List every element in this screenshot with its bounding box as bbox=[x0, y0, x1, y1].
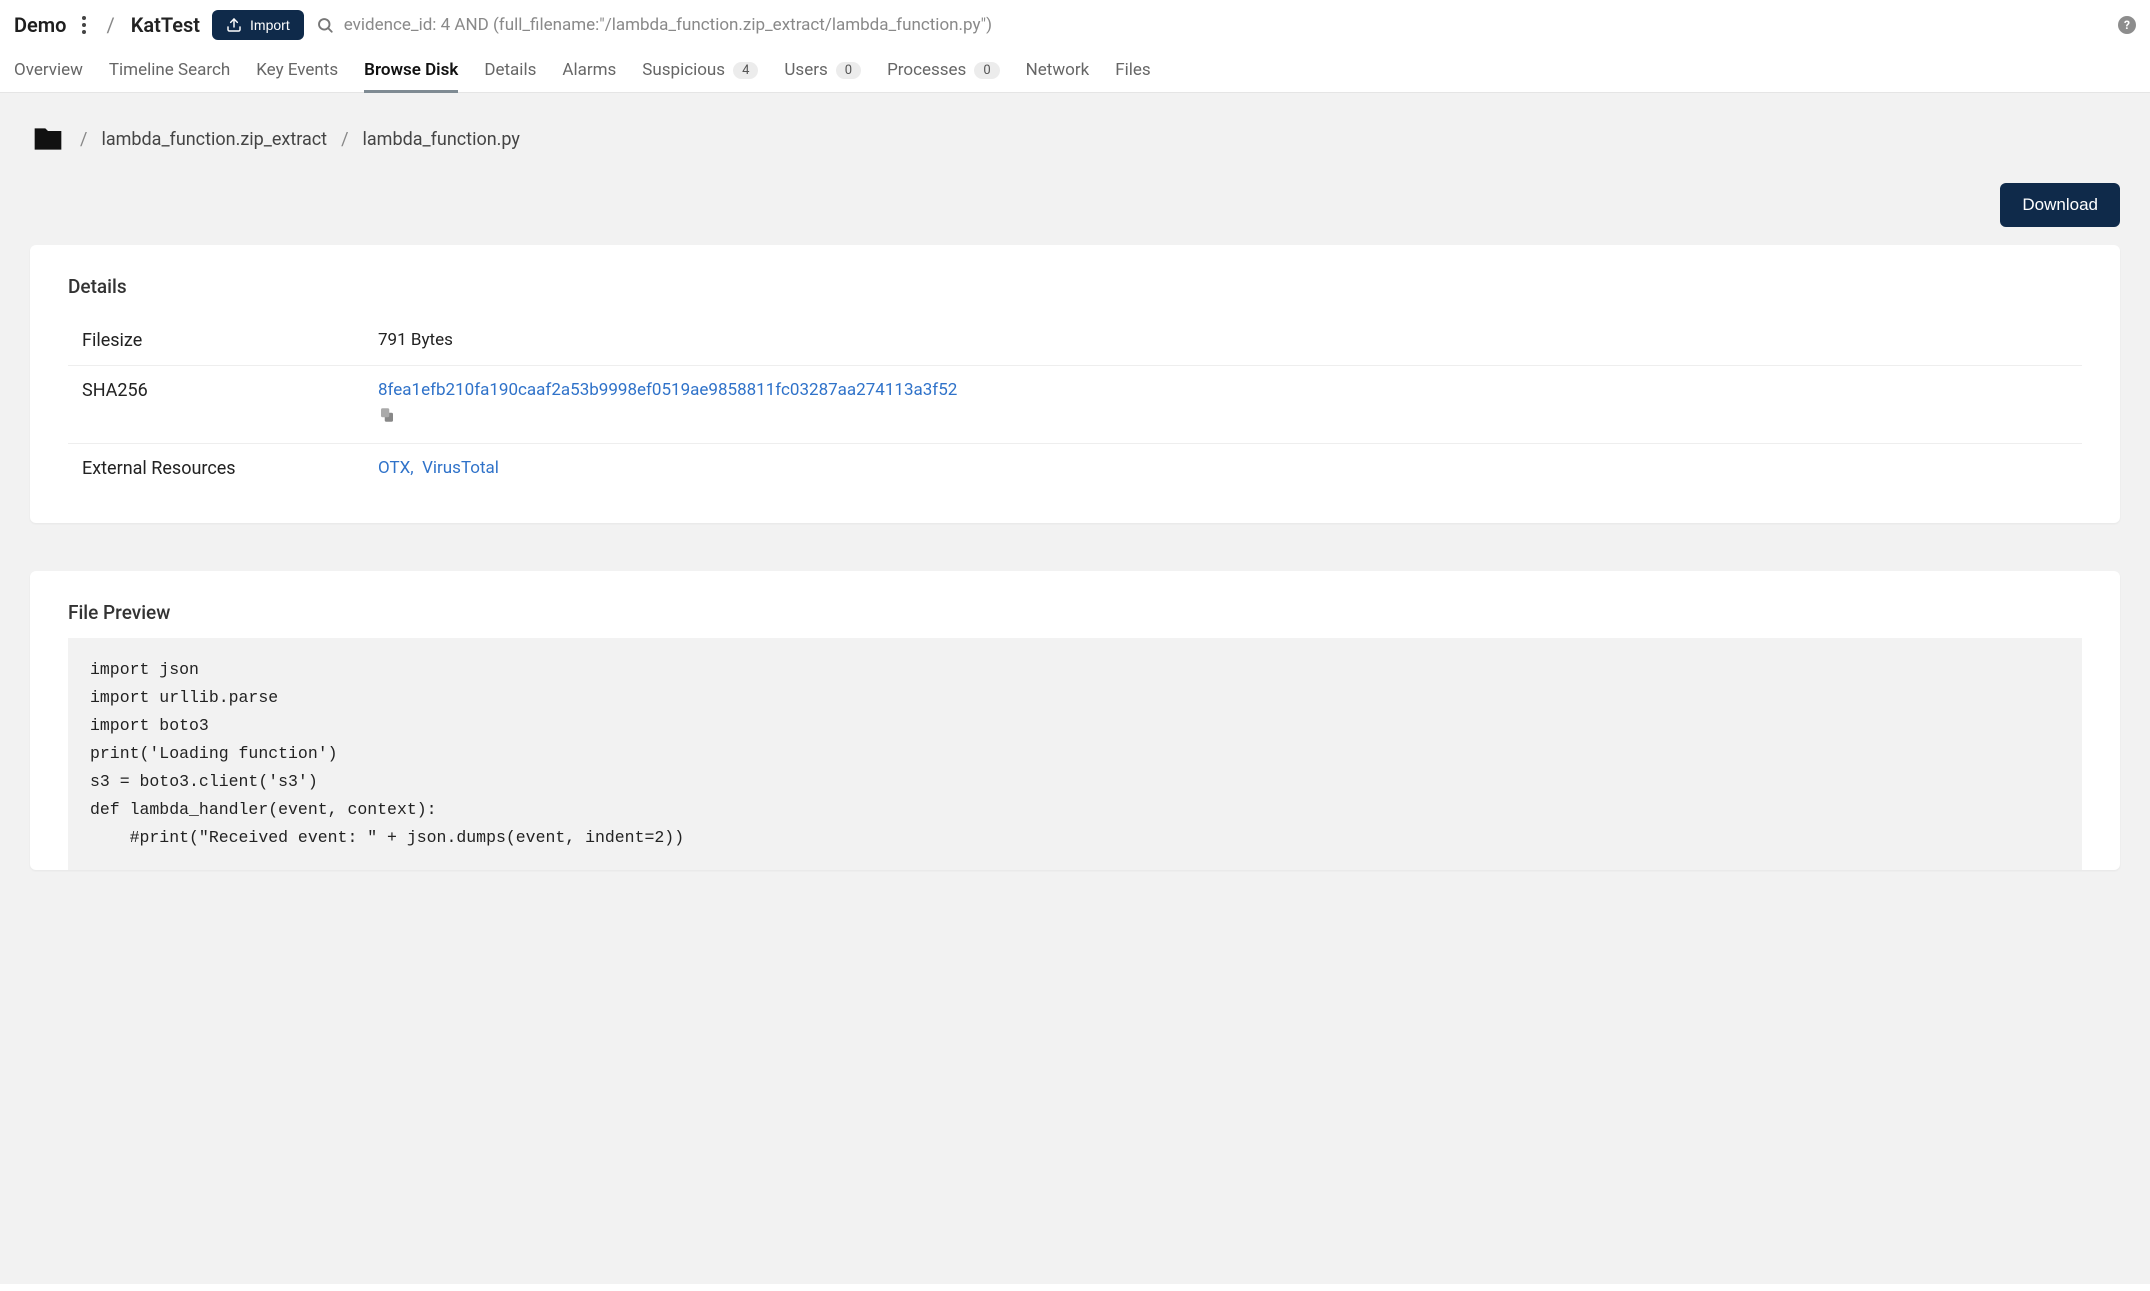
tab-timeline-search[interactable]: Timeline Search bbox=[109, 50, 230, 92]
file-preview-card: File Preview import json import urllib.p… bbox=[30, 571, 2120, 870]
sha256-value[interactable]: 8fea1efb210fa190caaf2a53b9998ef0519ae985… bbox=[378, 380, 957, 400]
search-query-text: evidence_id: 4 AND (full_filename:"/lamb… bbox=[344, 15, 992, 35]
details-card: Details Filesize 791 Bytes SHA256 8fea1e… bbox=[30, 245, 2120, 523]
import-button-label: Import bbox=[250, 17, 290, 33]
tab-processes-badge: 0 bbox=[974, 62, 999, 79]
import-button[interactable]: Import bbox=[212, 10, 304, 40]
tab-suspicious-badge: 4 bbox=[733, 62, 758, 79]
search-bar[interactable]: evidence_id: 4 AND (full_filename:"/lamb… bbox=[316, 15, 2106, 35]
search-icon bbox=[316, 16, 334, 34]
tab-users-badge: 0 bbox=[836, 62, 861, 79]
path-segment-1[interactable]: lambda_function.zip_extract bbox=[101, 129, 327, 150]
path-sep: / bbox=[80, 129, 87, 150]
project-root[interactable]: Demo bbox=[14, 13, 66, 37]
filesize-value: 791 Bytes bbox=[378, 330, 2082, 350]
tab-processes-label: Processes bbox=[887, 60, 966, 80]
external-resources-label: External Resources bbox=[68, 458, 378, 479]
breadcrumb-separator: / bbox=[102, 13, 118, 37]
tab-browse-disk[interactable]: Browse Disk bbox=[364, 50, 458, 92]
tab-suspicious[interactable]: Suspicious 4 bbox=[642, 50, 758, 92]
filesize-label: Filesize bbox=[68, 330, 378, 351]
case-name[interactable]: KatTest bbox=[131, 13, 200, 37]
tab-users-label: Users bbox=[784, 60, 827, 80]
folder-icon[interactable] bbox=[30, 123, 66, 155]
download-button[interactable]: Download bbox=[2000, 183, 2120, 227]
tab-details[interactable]: Details bbox=[484, 50, 536, 92]
details-heading: Details bbox=[68, 275, 2082, 298]
sha256-label: SHA256 bbox=[68, 380, 378, 401]
detail-row-filesize: Filesize 791 Bytes bbox=[68, 316, 2082, 366]
tab-suspicious-label: Suspicious bbox=[642, 60, 725, 80]
tab-key-events[interactable]: Key Events bbox=[256, 50, 338, 92]
ext-separator: , bbox=[410, 458, 413, 478]
project-menu-kebab-icon[interactable] bbox=[78, 12, 90, 38]
tab-processes[interactable]: Processes 0 bbox=[887, 50, 1000, 92]
upload-icon bbox=[226, 17, 242, 33]
detail-row-external: External Resources OTX, VirusTotal bbox=[68, 444, 2082, 493]
detail-row-sha256: SHA256 8fea1efb210fa190caaf2a53b9998ef05… bbox=[68, 366, 2082, 444]
tab-files[interactable]: Files bbox=[1115, 50, 1150, 92]
tab-alarms[interactable]: Alarms bbox=[562, 50, 616, 92]
tab-network[interactable]: Network bbox=[1026, 50, 1090, 92]
file-preview-heading: File Preview bbox=[68, 601, 2082, 624]
tab-users[interactable]: Users 0 bbox=[784, 50, 861, 92]
path-sep: / bbox=[341, 129, 348, 150]
copy-icon[interactable] bbox=[378, 406, 396, 424]
main-tabs: Overview Timeline Search Key Events Brow… bbox=[0, 46, 2150, 93]
tab-overview[interactable]: Overview bbox=[14, 50, 83, 92]
path-breadcrumb: / lambda_function.zip_extract / lambda_f… bbox=[30, 123, 2120, 155]
otx-link[interactable]: OTX bbox=[378, 458, 410, 478]
file-preview-code: import json import urllib.parse import b… bbox=[68, 638, 2082, 870]
help-icon[interactable]: ? bbox=[2118, 16, 2136, 34]
path-segment-2[interactable]: lambda_function.py bbox=[363, 129, 520, 150]
virustotal-link[interactable]: VirusTotal bbox=[422, 458, 499, 478]
